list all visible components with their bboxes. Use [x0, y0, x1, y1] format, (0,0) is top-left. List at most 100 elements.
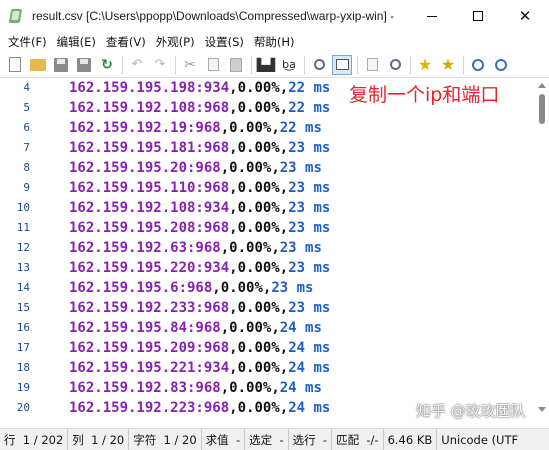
- code-line[interactable]: 162.159.195.181:968,0.00%,23 ms: [69, 138, 330, 158]
- app-icon: [9, 8, 23, 24]
- code-line[interactable]: 162.159.195.84:968,0.00%,24 ms: [69, 318, 322, 338]
- undo-button[interactable]: ↶: [127, 55, 147, 75]
- code-line[interactable]: 162.159.192.108:934,0.00%,23 ms: [69, 198, 330, 218]
- code-line[interactable]: 162.159.192.223:968,0.00%,24 ms: [69, 398, 330, 417]
- status-selection: 选定 -: [245, 429, 289, 450]
- save-all-button[interactable]: [74, 55, 94, 75]
- minimize-button[interactable]: [409, 0, 455, 32]
- comma-separator: ,: [279, 340, 289, 356]
- status-file-size: 6.46 KB: [384, 429, 438, 450]
- loss-value: 0.00%: [237, 260, 280, 276]
- loss-value: 0.00%: [229, 120, 272, 136]
- ip-port-value: 162.159.195.181:968: [69, 140, 230, 156]
- line-number: 17: [16, 341, 30, 354]
- code-line[interactable]: 162.159.192.233:968,0.00%,23 ms: [69, 298, 330, 318]
- line-number: 15: [16, 301, 30, 314]
- code-line[interactable]: 162.159.195.198:934,0.00%,22 ms: [69, 78, 330, 98]
- ip-port-value: 162.159.195.221:934: [69, 360, 230, 376]
- find-button[interactable]: ▙▟: [256, 55, 276, 75]
- menu-view[interactable]: 查看(V): [101, 32, 151, 52]
- toolbar-divider: [175, 55, 176, 74]
- line-number: 13: [16, 261, 30, 274]
- line-number: 18: [16, 361, 30, 374]
- vertical-scrollbar[interactable]: [535, 78, 549, 417]
- save-icon: [54, 57, 68, 72]
- goto-button[interactable]: [309, 55, 329, 75]
- text-editor[interactable]: 456789101112131415161718192021 162.159.1…: [0, 78, 549, 417]
- code-line[interactable]: 162.159.192.108:968,0.00%,22 ms: [69, 98, 330, 118]
- scroll-thumb[interactable]: [539, 94, 545, 124]
- maximize-button[interactable]: [455, 0, 501, 32]
- replace-button[interactable]: b͜a: [279, 55, 299, 75]
- comma-separator: ,: [271, 240, 280, 256]
- comma-separator: ,: [229, 80, 238, 96]
- loss-value: 0.00%: [229, 160, 272, 176]
- status-selected-lines: 选行 -: [289, 429, 333, 450]
- cut-button[interactable]: ✂: [180, 55, 200, 75]
- save-all-icon: [77, 57, 91, 72]
- menu-settings[interactable]: 设置(S): [200, 32, 249, 52]
- latency-value: 23 ms: [279, 240, 322, 256]
- save-button[interactable]: [51, 55, 71, 75]
- latency-value: 22 ms: [288, 80, 331, 96]
- code-line[interactable]: 162.159.192.63:968,0.00%,23 ms: [69, 238, 322, 258]
- word-wrap-button[interactable]: [332, 54, 352, 75]
- zoom-out-button[interactable]: [491, 55, 511, 75]
- goto-icon: [313, 59, 325, 70]
- comma-separator: ,: [220, 320, 230, 336]
- zoom-text-button[interactable]: [385, 55, 405, 75]
- scroll-up-icon[interactable]: [538, 83, 546, 88]
- view-button[interactable]: [362, 55, 382, 75]
- ip-port-value: 162.159.195.6:968: [69, 280, 213, 296]
- code-line[interactable]: 162.159.195.220:934,0.00%,23 ms: [69, 258, 330, 278]
- code-line[interactable]: 162.159.195.208:968,0.00%,23 ms: [69, 218, 330, 238]
- menu-help[interactable]: 帮助(H): [249, 32, 300, 52]
- menu-edit[interactable]: 编辑(E): [52, 32, 101, 52]
- new-file-button[interactable]: [5, 55, 25, 75]
- code-line[interactable]: 162.159.195.110:968,0.00%,23 ms: [69, 178, 330, 198]
- latency-value: 24 ms: [288, 340, 331, 356]
- comma-separator: ,: [220, 120, 230, 136]
- paste-button[interactable]: [226, 55, 246, 75]
- zoom-in-button[interactable]: [468, 55, 488, 75]
- window-title: result.csv [C:\Users\ppopp\Downloads\Com…: [32, 9, 395, 23]
- code-line[interactable]: 162.159.192.19:968,0.00%,22 ms: [69, 118, 322, 138]
- comma-separator: ,: [271, 320, 280, 336]
- code-line[interactable]: 162.159.192.83:968,0.00%,24 ms: [69, 378, 322, 398]
- open-button[interactable]: [28, 55, 48, 75]
- copy-icon: [207, 58, 219, 71]
- redo-button[interactable]: ↷: [150, 55, 170, 75]
- ip-port-value: 162.159.192.233:968: [69, 300, 230, 316]
- close-button[interactable]: ✕: [501, 0, 549, 32]
- latency-value: 24 ms: [279, 380, 322, 396]
- scroll-down-icon[interactable]: [538, 407, 546, 412]
- code-line[interactable]: 162.159.195.221:934,0.00%,24 ms: [69, 358, 330, 378]
- ip-port-value: 162.159.192.19:968: [69, 120, 221, 136]
- redo-icon: ↷: [154, 57, 166, 72]
- paste-icon: [230, 57, 242, 72]
- menu-file[interactable]: 文件(F): [3, 32, 52, 52]
- ip-port-value: 162.159.195.110:968: [69, 180, 230, 196]
- reload-button[interactable]: ↻: [97, 55, 117, 75]
- latency-value: 23 ms: [288, 300, 331, 316]
- code-line[interactable]: 162.159.195.20:968,0.00%,23 ms: [69, 158, 322, 178]
- add-favorite-icon: ★: [440, 54, 456, 74]
- find-icon: ▙▟: [256, 57, 276, 72]
- code-line[interactable]: 162.159.195.6:968,0.00%,23 ms: [69, 278, 313, 298]
- loss-value: 0.00%: [237, 100, 280, 116]
- loss-value: 0.00%: [237, 400, 280, 416]
- add-favorite-button[interactable]: ★: [438, 55, 458, 75]
- loss-value: 0.00%: [237, 360, 280, 376]
- favorites-button[interactable]: ★: [415, 55, 435, 75]
- loss-value: 0.00%: [237, 300, 280, 316]
- toolbar-divider: [122, 55, 123, 74]
- undo-icon: ↶: [131, 57, 143, 72]
- code-line[interactable]: 162.159.195.209:968,0.00%,24 ms: [69, 338, 330, 358]
- menu-appearance[interactable]: 外观(P): [151, 32, 200, 52]
- toolbar-divider: [251, 55, 252, 74]
- zoom-out-icon: [495, 58, 507, 71]
- copy-button[interactable]: [203, 55, 223, 75]
- latency-value: 23 ms: [288, 140, 331, 156]
- zoom-text-icon: [389, 59, 401, 70]
- ip-port-value: 162.159.195.84:968: [69, 320, 221, 336]
